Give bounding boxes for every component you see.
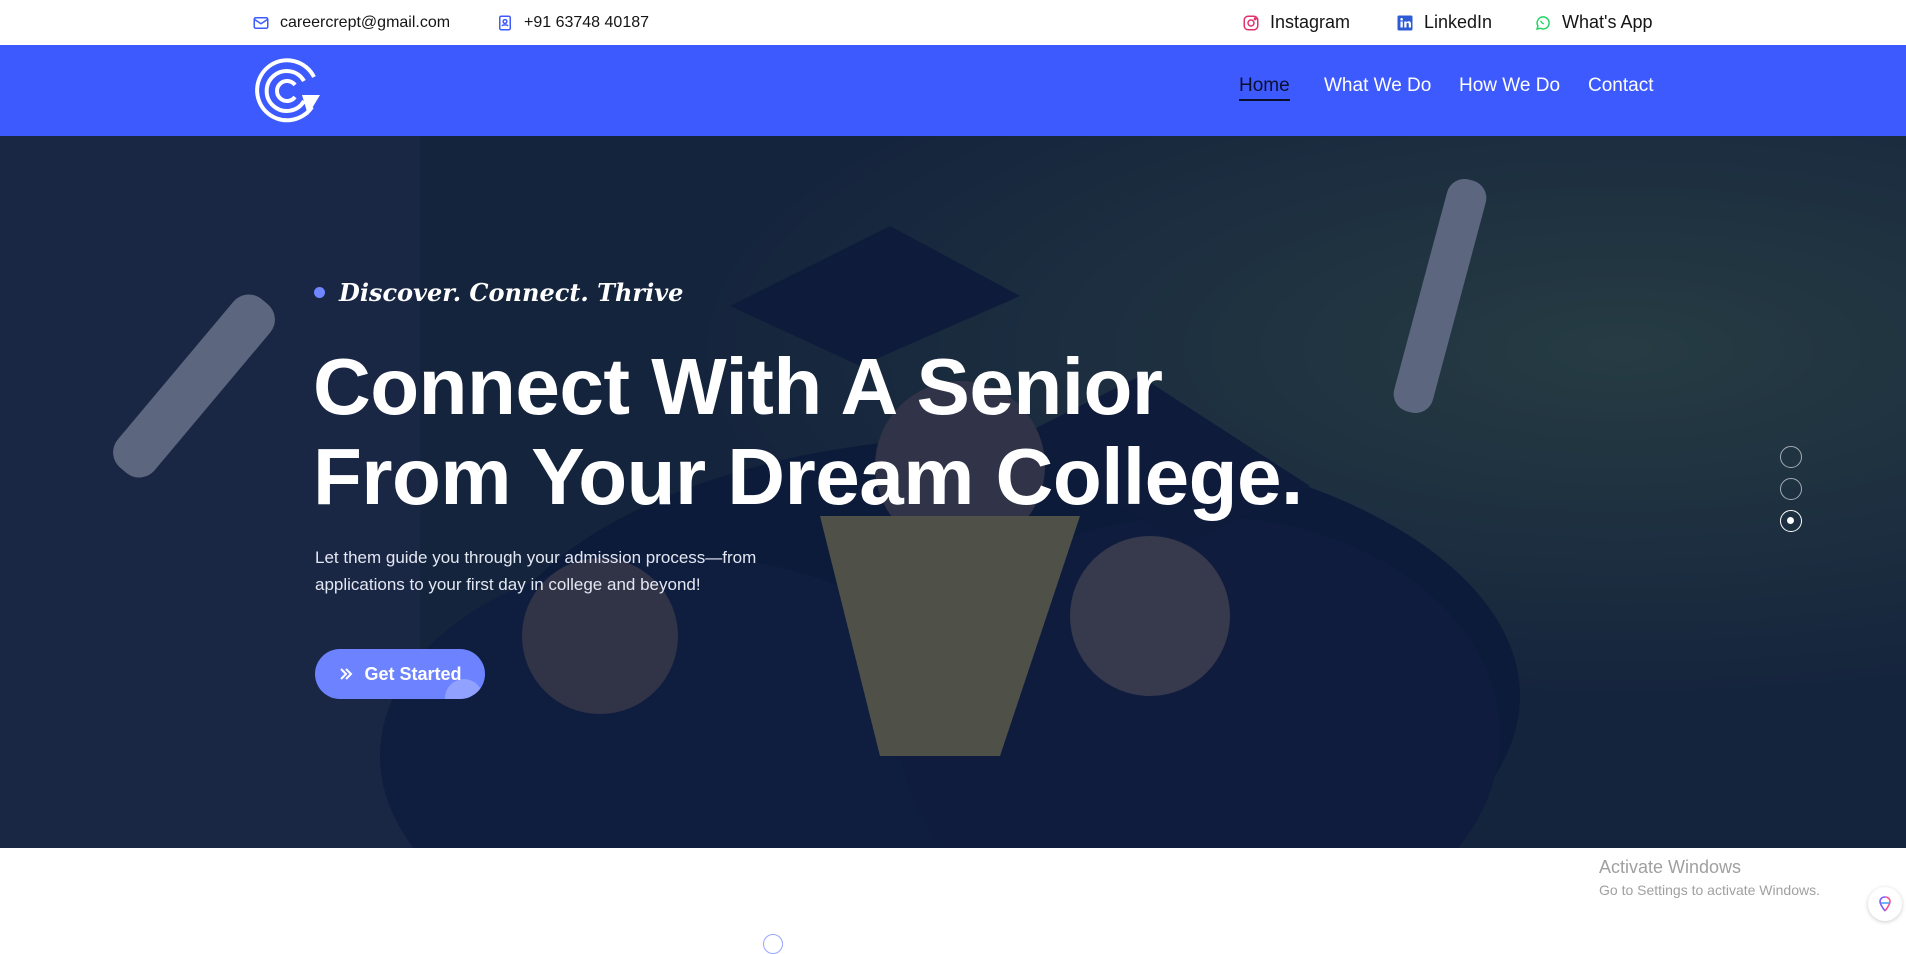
hero-subtext: Let them guide you through your admissio… [315,548,757,594]
instagram-icon [1243,15,1259,30]
instagram-link[interactable]: Instagram [1242,0,1350,45]
top-info-bar: careercrept@gmail.com +91 63748 40187 In… [0,0,1906,45]
hero-headline: Connect With A Senior From Your Dream Co… [313,342,1413,522]
get-started-button[interactable]: Get Started [315,649,485,699]
contact-phone[interactable]: +91 63748 40187 [496,0,649,45]
tagline-dot [314,287,325,298]
whatsapp-icon [1535,15,1550,30]
brain-icon [1879,896,1891,912]
windows-activation-watermark: Activate Windows Go to Settings to activ… [1599,857,1820,898]
headline-line-2: From Your Dream College. [313,432,1303,521]
assistant-fab[interactable] [1868,887,1902,921]
slide-dot-1[interactable] [1780,446,1802,468]
hero-tagline: Discover. Connect. Thrive [314,278,683,307]
contact-card-icon [499,15,511,30]
main-navbar: Home What We Do How We Do Contact [0,45,1906,136]
nav-how-we-do[interactable]: How We Do [1459,75,1560,97]
tagline-text: Discover. Connect. Thrive [339,278,684,307]
watermark-subtitle: Go to Settings to activate Windows. [1599,882,1820,898]
nav-home[interactable]: Home [1239,75,1290,101]
contact-email[interactable]: careercrept@gmail.com [252,0,450,45]
get-started-label: Get Started [364,663,462,684]
linkedin-link[interactable]: LinkedIn [1396,0,1492,45]
watermark-title: Activate Windows [1599,857,1742,877]
linkedin-icon [1397,15,1413,30]
linkedin-label: LinkedIn [1424,12,1493,32]
headline-line-1: Connect With A Senior [313,342,1163,431]
envelope-icon [253,16,269,29]
double-chevron-right-icon [340,668,353,680]
email-text: careercrept@gmail.com [280,13,451,31]
slide-dot-2[interactable] [1780,478,1802,500]
nav-contact[interactable]: Contact [1588,75,1653,97]
whatsapp-link[interactable]: What's App [1534,0,1652,45]
slider-pagination [1780,446,1802,542]
hero-section: Discover. Connect. Thrive Connect With A… [0,136,1906,848]
slide-dot-3[interactable] [1780,510,1802,532]
phone-text: +91 63748 40187 [524,13,650,31]
nav-what-we-do[interactable]: What We Do [1324,75,1431,97]
whatsapp-label: What's App [1562,12,1653,32]
section-marker [763,934,783,954]
instagram-label: Instagram [1270,12,1351,32]
logo-icon[interactable] [252,55,324,127]
